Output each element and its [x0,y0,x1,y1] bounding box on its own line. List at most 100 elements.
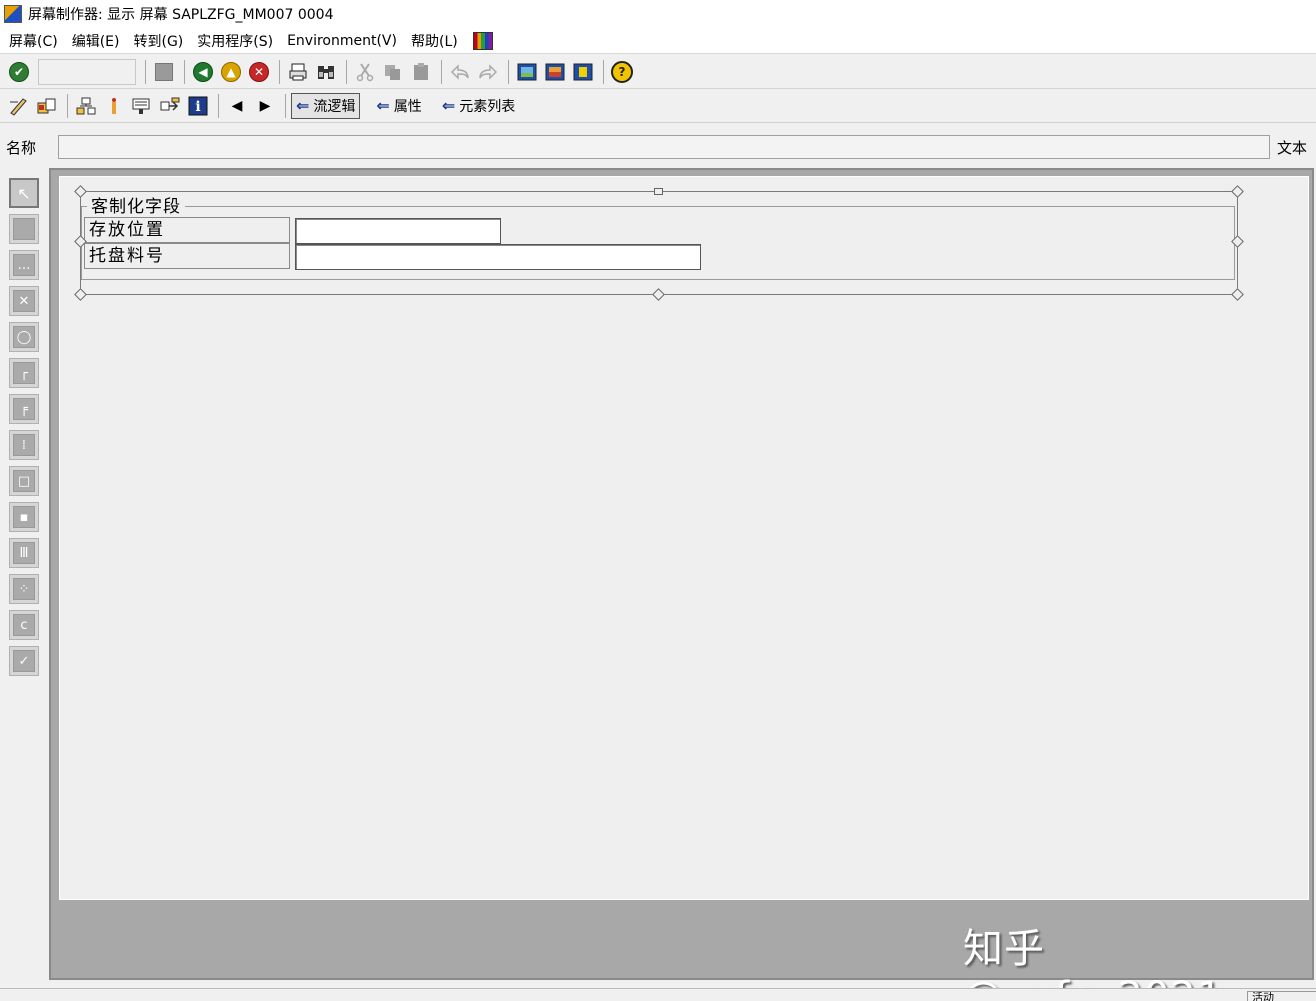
menu-environment[interactable]: Environment(V) [282,33,406,49]
layout-button-3[interactable] [570,59,596,85]
element-palette: ↖ … ✕ ◯ ┌ ╒ ⁞ □ ▪ Ⅲ ⁘ c ✓ [0,168,48,980]
resize-handle-top-left[interactable] [74,185,87,198]
group-box-customized-fields[interactable]: 客制化字段 存放位置 托盘料号 [74,185,1244,301]
layout-canvas[interactable]: 客制化字段 存放位置 托盘料号 [59,176,1309,900]
attributes-label: 属性 [393,98,422,115]
menu-edit[interactable]: 编辑(E) [67,31,129,51]
help-icon: ? [611,60,633,83]
subscreen-tool[interactable]: ╒ [9,394,39,424]
layout-button-2[interactable] [542,59,568,85]
table-control-tool[interactable]: ▪ [9,502,39,532]
save-button[interactable] [151,59,177,85]
undo-button[interactable] [447,59,473,85]
print-icon [289,63,307,80]
exit-button[interactable]: ▲ [218,59,244,85]
element-list-button[interactable]: ⇐ 元素列表 [438,94,519,118]
layout-icon [517,63,537,80]
resize-handle-bottom[interactable] [652,288,665,301]
pallet-material-input[interactable] [295,244,701,270]
status-icon-tool[interactable]: c [9,610,39,640]
back-button[interactable]: ◀ [190,59,216,85]
menu-bar: 屏幕(C) 编辑(E) 转到(G) 实用程序(S) Environment(V)… [0,28,1316,54]
find-icon [318,65,334,79]
svg-text:i: i [195,99,200,115]
previous-screen-button[interactable]: ◀ [224,93,250,119]
text-field-tool[interactable] [9,214,39,244]
paste-button[interactable] [408,59,434,85]
name-input[interactable] [58,135,1270,159]
cancel-icon: ✕ [249,61,269,82]
exit-icon: ▲ [221,61,241,82]
print-button[interactable] [285,59,311,85]
cancel-button[interactable]: ✕ [246,59,272,85]
customize-layout-icon[interactable] [472,31,493,50]
menu-utilities[interactable]: 实用程序(S) [192,31,282,51]
element-list-label: 元素列表 [459,98,516,115]
tabstrip-tool[interactable]: ⁞ [9,430,39,460]
status-mode: 活动 [1247,991,1316,1001]
screen-painter-app-icon [4,5,22,23]
arrow-left-icon: ⇐ [296,96,310,115]
toolbar-separator [184,59,185,84]
help-button[interactable]: ? [609,59,635,85]
redo-button[interactable] [475,59,501,85]
layout3-icon [573,63,593,80]
arrow-left-icon: ⇐ [376,96,390,115]
box-icon: ┌ [13,362,35,384]
cut-icon [356,62,374,81]
menu-help[interactable]: 帮助(L) [406,31,467,51]
next-icon: ▶ [259,97,271,114]
menu-goto[interactable]: 转到(G) [128,31,192,51]
toolbar-separator [145,59,146,84]
custom-control-tool[interactable]: ⁘ [9,574,39,604]
input-field-tool[interactable]: … [9,250,39,280]
command-field[interactable] [38,58,136,85]
copy-button[interactable] [380,59,406,85]
layout-button-1[interactable] [514,59,540,85]
menu-screen[interactable]: 屏幕(C) [4,31,67,51]
hierarchy-icon [76,97,96,114]
checkmark-tool[interactable]: ✓ [9,646,39,676]
toolbar-separator [285,93,286,118]
tabstrip-icon: ⁞ [13,434,35,456]
dictionary-icon [112,97,116,114]
standard-toolbar: ✔ ◀ ▲ ✕ ? [0,55,1316,89]
tabstrip-wizard-tool[interactable]: □ [9,466,39,496]
input-field-icon: … [13,254,35,276]
info-button[interactable]: i [185,93,211,119]
layout-editor-button[interactable] [157,93,183,119]
resize-handle-top[interactable] [654,188,663,195]
info-icon: i [188,96,208,115]
box-tool[interactable]: ┌ [9,358,39,388]
custom-control-icon: ⁘ [13,578,35,600]
where-used-button[interactable] [73,93,99,119]
cut-button[interactable] [352,59,378,85]
next-screen-button[interactable]: ▶ [252,93,278,119]
resize-handle-bottom-right[interactable] [1231,288,1244,301]
checkbox-tool[interactable]: ✕ [9,286,39,316]
layout-canvas-frame: 客制化字段 存放位置 托盘料号 [49,168,1314,980]
flow-logic-button[interactable]: ⇐ 流逻辑 [291,92,361,119]
layout2-icon [545,63,565,80]
attributes-button[interactable]: ⇐ 属性 [372,94,425,118]
resize-handle-top-right[interactable] [1231,185,1244,198]
pallet-material-label[interactable]: 托盘料号 [84,243,290,269]
resize-handle-bottom-left[interactable] [74,288,87,301]
back-icon: ◀ [193,61,213,82]
toolbar-separator [346,59,347,84]
toolbar-separator [508,59,509,84]
dictionary-fields-button[interactable] [101,93,127,119]
enter-button[interactable]: ✔ [6,59,32,85]
active-inactive-button[interactable] [34,93,60,119]
subscreen-icon: ╒ [13,398,35,420]
storage-location-input[interactable] [295,218,501,244]
table-wizard-tool[interactable]: Ⅲ [9,538,39,568]
pointer-tool[interactable]: ↖ [9,178,39,208]
radio-button-tool[interactable]: ◯ [9,322,39,352]
status-bar: 活动 [0,988,1316,1001]
program-fields-button[interactable] [129,93,155,119]
storage-location-label[interactable]: 存放位置 [84,217,290,243]
flow-logic-label: 流逻辑 [313,98,356,115]
find-button[interactable] [313,59,339,85]
display-change-button[interactable] [6,93,32,119]
